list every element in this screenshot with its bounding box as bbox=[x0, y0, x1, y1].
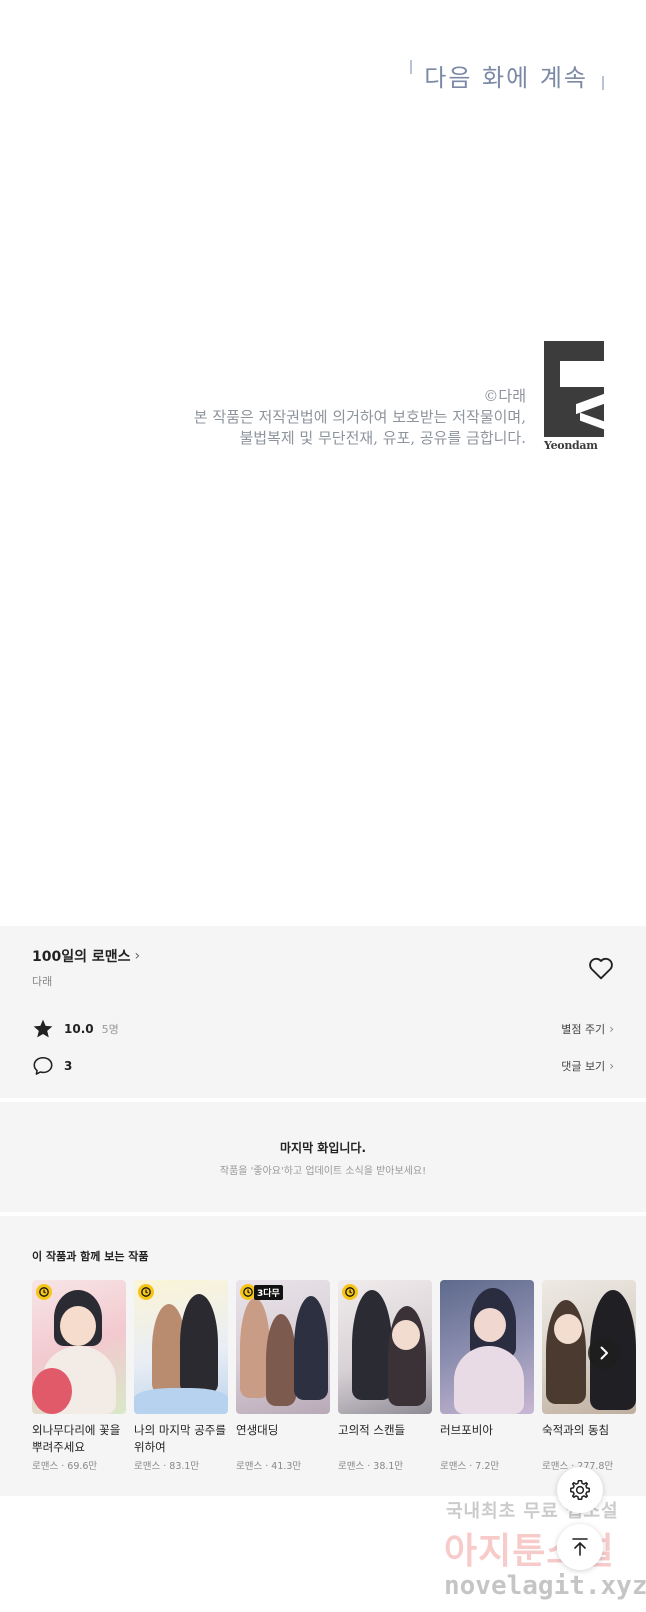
next-episode-caption: 다음 화에 계속 bbox=[410, 58, 604, 93]
rating-value: 10.0 bbox=[64, 1022, 94, 1036]
clock-icon bbox=[138, 1284, 154, 1300]
caption-tick-right bbox=[602, 76, 604, 90]
recommendation-card[interactable]: 나의 마지막 공주를 위하여 로맨스 · 83.1만 bbox=[134, 1280, 228, 1472]
work-title: 100일의 로맨스 bbox=[32, 949, 131, 965]
recommendation-card[interactable]: 러브포비아 로맨스 · 7.2만 bbox=[440, 1280, 534, 1472]
rate-button-label: 별점 주기 bbox=[561, 1023, 606, 1036]
work-author: 다래 bbox=[32, 975, 53, 988]
recommendation-card[interactable]: 3다무 연생대딩 로맨스 · 41.3만 bbox=[236, 1280, 330, 1472]
caption-tick-left bbox=[410, 60, 413, 74]
copyright-author: ©다래 bbox=[483, 387, 526, 405]
recommendation-card[interactable]: 외나무다리에 꽃을 뿌려주세요 로맨스 · 69.6만 bbox=[32, 1280, 126, 1472]
view-comments-label: 댓글 보기 bbox=[561, 1060, 606, 1073]
star-icon bbox=[33, 1019, 53, 1038]
clock-icon bbox=[342, 1284, 358, 1300]
recommendation-title: 숙적과의 동침 bbox=[542, 1423, 610, 1437]
carousel-next-button[interactable] bbox=[588, 1337, 620, 1369]
comic-last-panel: 다음 화에 계속 ©다래 본 작품은 저작권법에 의거하여 보호받는 저작물이며… bbox=[0, 0, 646, 926]
comment-count: 3 bbox=[64, 1059, 73, 1073]
recommendation-card[interactable]: 고의적 스캔들 로맨스 · 38.1만 bbox=[338, 1280, 432, 1472]
recommendation-title: 나의 마지막 공주를 위하여 bbox=[134, 1423, 226, 1454]
last-episode-title: 마지막 화입니다. bbox=[279, 1141, 367, 1155]
recommendation-card[interactable]: 숙적과의 동침 로맨스 · 277.8만 bbox=[542, 1280, 636, 1472]
recommendation-meta: 로맨스 · 7.2만 bbox=[440, 1461, 500, 1472]
comment-icon bbox=[33, 1056, 53, 1075]
recommendation-thumbnail bbox=[440, 1280, 534, 1414]
publisher-logo: Yeondam bbox=[544, 341, 604, 452]
comments-row: 3 댓글 보기 › bbox=[32, 1053, 614, 1079]
viewer-settings-button[interactable] bbox=[557, 1467, 603, 1513]
recommendations-heading: 이 작품과 함께 보는 작품 bbox=[32, 1250, 149, 1263]
recommendation-thumbnail bbox=[32, 1280, 126, 1414]
chevron-right-icon: › bbox=[609, 1022, 614, 1036]
view-comments-button[interactable]: 댓글 보기 › bbox=[561, 1058, 614, 1074]
publisher-logo-text: Yeondam bbox=[544, 439, 598, 452]
work-info-section: 100일의 로맨스 › 다래 10.0 5명 별점 주기 › 3 댓글 보기 › bbox=[0, 926, 646, 1098]
recommendation-meta: 로맨스 · 38.1만 bbox=[338, 1461, 404, 1472]
copyright-line: 불법복제 및 무단전재, 유포, 공유를 금합니다. bbox=[239, 429, 526, 447]
copyright-line: 본 작품은 저작권법에 의거하여 보호받는 저작물이며, bbox=[193, 408, 526, 426]
recommendations-section: 이 작품과 함께 보는 작품 외나무다리에 꽃을 뿌려주세요 로맨스 · 69.… bbox=[0, 1216, 646, 1496]
chevron-right-icon: › bbox=[609, 1059, 614, 1073]
chevron-right-icon: › bbox=[134, 948, 141, 964]
recommendation-title: 외나무다리에 꽃을 뿌려주세요 bbox=[32, 1423, 121, 1454]
rating-row: 10.0 5명 별점 주기 › bbox=[32, 1016, 614, 1042]
scroll-to-top-button[interactable] bbox=[557, 1524, 603, 1570]
work-title-link[interactable]: 100일의 로맨스 › bbox=[32, 946, 140, 966]
last-episode-notice: 마지막 화입니다. 작품을 '좋아요'하고 업데이트 소식을 받아보세요! bbox=[0, 1102, 646, 1212]
last-episode-subtitle: 작품을 '좋아요'하고 업데이트 소식을 받아보세요! bbox=[219, 1166, 427, 1177]
publisher-logo-mark bbox=[544, 341, 604, 437]
chevron-right-icon bbox=[600, 1346, 608, 1360]
recommendation-title: 연생대딩 bbox=[236, 1423, 279, 1437]
recommendation-thumbnail: 3다무 bbox=[236, 1280, 330, 1414]
next-episode-text: 다음 화에 계속 bbox=[424, 64, 588, 92]
recommendation-title: 고의적 스캔들 bbox=[338, 1423, 406, 1437]
recommendation-thumbnail bbox=[134, 1280, 228, 1414]
recommendations-carousel: 외나무다리에 꽃을 뿌려주세요 로맨스 · 69.6만 나의 마지막 공주를 위… bbox=[32, 1280, 636, 1472]
recommendation-thumbnail bbox=[338, 1280, 432, 1414]
rate-button[interactable]: 별점 주기 › bbox=[561, 1021, 614, 1037]
recommendation-meta: 로맨스 · 69.6만 bbox=[32, 1461, 98, 1472]
recommendation-meta: 로맨스 · 41.3만 bbox=[236, 1461, 302, 1472]
clock-icon bbox=[36, 1284, 52, 1300]
free-badge: 3다무 bbox=[254, 1285, 283, 1300]
heart-icon[interactable] bbox=[588, 956, 614, 980]
watermark-text: novelagit.xyz bbox=[444, 1571, 646, 1601]
rating-count: 5명 bbox=[101, 1023, 119, 1036]
gear-icon bbox=[570, 1480, 590, 1500]
recommendation-title: 러브포비아 bbox=[440, 1423, 493, 1437]
recommendation-meta: 로맨스 · 83.1만 bbox=[134, 1461, 200, 1472]
arrow-up-icon bbox=[572, 1538, 588, 1556]
copyright-notice: ©다래 본 작품은 저작권법에 의거하여 보호받는 저작물이며, 불법복제 및 … bbox=[194, 386, 526, 449]
